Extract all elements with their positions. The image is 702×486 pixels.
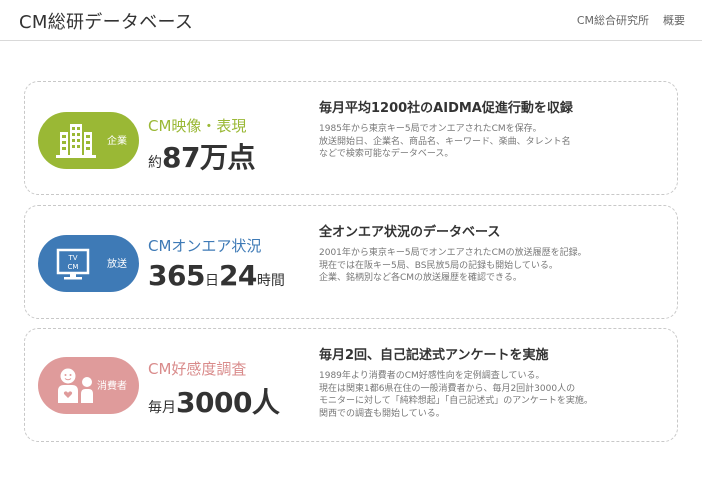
badge-label: 企業 [107, 136, 127, 147]
site-header: CM総研データベース CM総合研究所 概要 [0, 0, 702, 41]
tv-icon: TV CM [56, 245, 90, 285]
stat-prefix: 約 [148, 155, 162, 171]
description-line: 関西での調査も開始している。 [319, 408, 445, 419]
stat-days-number: 365 [148, 259, 205, 292]
tv-label-top: TV [67, 254, 77, 262]
category-title: CM映像・表現 [148, 117, 247, 135]
description-text: 1985年から東京キー5局でオンエアされたCMを保存。 放送開始日、企業名、商品… [319, 123, 571, 161]
stat-prefix: 毎月 [148, 400, 176, 416]
description-line: モニターに対して「純粋想起」「自己記述式」のアンケートを実施。 [319, 396, 593, 406]
database-card-cm-footage: 企業 CM映像・表現 約87万点 毎月平均1200社のAIDMA促進行動を収録 … [24, 81, 678, 195]
description-line: などで検索可能なデータベース。 [319, 149, 454, 159]
description-line: 現在は関東1都6県在住の一般消費者から、毎月2回計3000人の [319, 383, 576, 394]
tv-label-bottom: CM [68, 263, 79, 271]
stat-value: 365日24時間 [148, 259, 285, 292]
description-line: 1985年から東京キー5局でオンエアされたCMを保存。 [319, 124, 542, 134]
description-line: 放送開始日、企業名、商品名、キーワード、楽曲、タレント名 [319, 136, 571, 147]
stat-number: 87万点 [162, 141, 255, 174]
nav-link-overview[interactable]: 概要 [663, 12, 685, 28]
description-line: 現在では在阪キー5局、BS民放5局の記録も開始している。 [319, 260, 558, 271]
description-line: 企業、銘柄別など各CMの放送履歴を確認できる。 [319, 273, 522, 283]
badge-broadcast: TV CM 放送 [38, 235, 139, 292]
stat-hours-unit: 時間 [256, 273, 285, 289]
description-line: 2001年から東京キー5局でオンエアされたCMの放送履歴を記録。 [319, 248, 587, 258]
category-title: CM好感度調査 [148, 360, 247, 378]
badge-company: 企業 [38, 112, 139, 169]
database-card-favorability-survey: 消費者 CM好感度調査 毎月3000人 毎月2回、自己記述式アンケートを実施 1… [24, 328, 678, 442]
description-line: 1989年より消費者のCM好感性向を定例調査している。 [319, 371, 545, 381]
description-text: 2001年から東京キー5局でオンエアされたCMの放送履歴を記録。 現在では在阪キ… [319, 247, 587, 285]
stat-days-unit: 日 [204, 273, 219, 289]
database-card-onair-status: TV CM 放送 CMオンエア状況 365日24時間 全オンエア状況のデータベー… [24, 205, 678, 319]
badge-consumer: 消費者 [38, 357, 139, 414]
description-heading: 毎月平均1200社のAIDMA促進行動を収録 [319, 101, 573, 116]
badge-label: 放送 [107, 259, 127, 270]
category-title: CMオンエア状況 [148, 237, 262, 255]
stat-number: 3000人 [176, 386, 280, 419]
description-text: 1989年より消費者のCM好感性向を定例調査している。 現在は関東1都6県在住の… [319, 370, 593, 420]
header-nav: CM総合研究所 概要 [577, 12, 685, 28]
stat-value: 約87万点 [148, 136, 255, 176]
description-heading: 毎月2回、自己記述式アンケートを実施 [319, 348, 549, 363]
badge-label: 消費者 [97, 381, 127, 392]
nav-link-cm-research[interactable]: CM総合研究所 [577, 12, 649, 28]
description-heading: 全オンエア状況のデータベース [319, 225, 501, 240]
building-icon [56, 122, 96, 162]
stat-hours-number: 24 [218, 259, 257, 292]
stat-value: 毎月3000人 [148, 381, 280, 421]
site-title[interactable]: CM総研データベース [19, 8, 193, 34]
consumer-icon [56, 367, 96, 409]
